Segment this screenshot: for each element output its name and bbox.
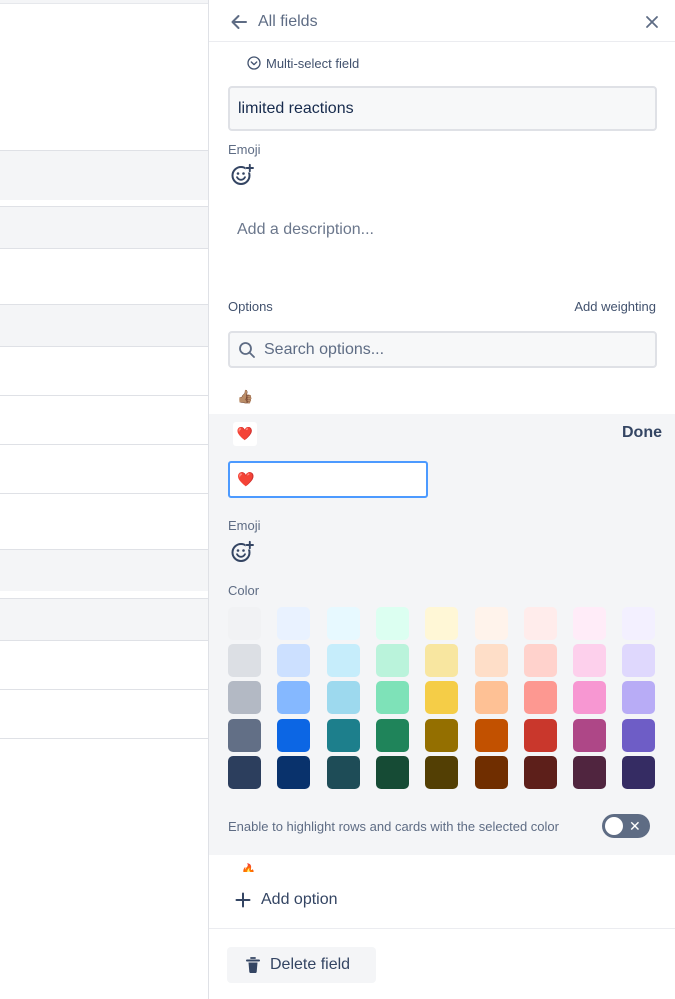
list-row[interactable] — [0, 444, 208, 493]
add-option-button[interactable]: Add option — [235, 888, 338, 912]
color-swatch[interactable] — [277, 607, 310, 640]
color-swatch[interactable] — [524, 644, 557, 677]
add-emoji-icon[interactable] — [230, 163, 254, 187]
emoji-label: Emoji — [228, 518, 261, 533]
color-swatch[interactable] — [228, 681, 261, 714]
color-swatch[interactable] — [327, 681, 360, 714]
trash-icon — [246, 957, 260, 973]
back-arrow-icon[interactable] — [229, 12, 249, 32]
background-list — [0, 0, 208, 999]
list-row[interactable] — [0, 206, 208, 248]
color-swatch[interactable] — [228, 644, 261, 677]
color-swatch[interactable] — [475, 719, 508, 752]
color-swatch[interactable] — [622, 607, 655, 640]
close-icon: ✕ — [629, 818, 641, 834]
option-emoji-thumbs-up[interactable]: 👍🏽 — [237, 389, 253, 405]
color-swatch[interactable] — [524, 719, 557, 752]
color-swatch[interactable] — [277, 681, 310, 714]
color-swatch[interactable] — [475, 644, 508, 677]
done-button[interactable]: Done — [622, 424, 662, 442]
color-swatch[interactable] — [327, 719, 360, 752]
color-swatch[interactable] — [622, 681, 655, 714]
list-row[interactable] — [0, 598, 208, 640]
option-emoji-fire[interactable]: 🔥 — [241, 862, 255, 872]
color-swatch[interactable] — [425, 644, 458, 677]
field-type-label: Multi-select field — [266, 55, 360, 71]
field-type: Multi-select field — [247, 54, 359, 72]
search-input[interactable] — [264, 339, 644, 361]
heart-emoji: ❤️ — [236, 426, 254, 441]
list-row[interactable] — [0, 346, 208, 395]
color-swatch[interactable] — [622, 644, 655, 677]
footer-divider — [209, 928, 675, 929]
list-row[interactable] — [0, 304, 208, 346]
delete-field-label: Delete field — [270, 956, 351, 973]
color-swatch[interactable] — [376, 681, 409, 714]
color-swatch[interactable] — [425, 607, 458, 640]
color-swatch[interactable] — [376, 644, 409, 677]
close-icon[interactable] — [643, 13, 661, 31]
color-swatch[interactable] — [573, 756, 606, 789]
field-editor-panel: All fields Multi-select field Emoji Add … — [208, 0, 675, 999]
color-swatch[interactable] — [622, 756, 655, 789]
color-swatch[interactable] — [573, 607, 606, 640]
color-swatch[interactable] — [573, 719, 606, 752]
color-swatch[interactable] — [327, 607, 360, 640]
color-swatch[interactable] — [277, 719, 310, 752]
color-swatch[interactable] — [425, 719, 458, 752]
emoji-label: Emoji — [228, 142, 261, 157]
list-row[interactable] — [0, 395, 208, 444]
option-name-input[interactable] — [228, 461, 428, 498]
color-swatch[interactable] — [327, 756, 360, 789]
color-swatch[interactable] — [475, 607, 508, 640]
list-row[interactable] — [0, 640, 208, 689]
color-swatch[interactable] — [524, 681, 557, 714]
add-weighting-button[interactable]: Add weighting — [574, 299, 656, 314]
list-row — [0, 738, 208, 739]
color-swatch[interactable] — [277, 644, 310, 677]
panel-header: All fields — [209, 4, 675, 42]
highlight-label: Enable to highlight rows and cards with … — [228, 819, 559, 834]
color-swatch[interactable] — [228, 756, 261, 789]
list-row[interactable] — [0, 493, 208, 542]
color-label: Color — [228, 583, 260, 598]
list-row[interactable] — [0, 248, 208, 297]
list-row[interactable] — [0, 549, 208, 591]
plus-icon — [235, 892, 251, 908]
color-swatch[interactable] — [228, 719, 261, 752]
color-swatch[interactable] — [622, 719, 655, 752]
color-swatch[interactable] — [376, 756, 409, 789]
delete-field-button[interactable]: Delete field — [227, 947, 376, 983]
toggle-knob — [605, 817, 623, 835]
color-swatch[interactable] — [573, 644, 606, 677]
chevron-circle-down-icon — [247, 56, 261, 70]
option-emoji-chip[interactable]: ❤️ — [233, 422, 257, 446]
color-swatch[interactable] — [376, 719, 409, 752]
panel-title[interactable]: All fields — [258, 13, 318, 31]
search-icon — [239, 342, 255, 358]
color-swatch[interactable] — [327, 644, 360, 677]
list-row[interactable] — [0, 689, 208, 738]
color-swatch[interactable] — [475, 756, 508, 789]
color-swatch[interactable] — [475, 681, 508, 714]
add-emoji-icon[interactable] — [230, 540, 254, 564]
options-label: Options — [228, 299, 273, 314]
color-swatch[interactable] — [425, 681, 458, 714]
color-swatch[interactable] — [228, 607, 261, 640]
color-swatch[interactable] — [376, 607, 409, 640]
highlight-toggle[interactable]: ✕ — [602, 814, 650, 838]
color-swatch[interactable] — [524, 756, 557, 789]
option-edit-section: ❤️ Done Emoji Color Enable to highlight … — [209, 414, 675, 855]
search-options[interactable] — [228, 331, 657, 368]
color-swatch[interactable] — [277, 756, 310, 789]
field-name-input[interactable] — [228, 86, 657, 131]
add-option-label: Add option — [261, 891, 338, 908]
color-swatch[interactable] — [425, 756, 458, 789]
description-input[interactable]: Add a description... — [237, 221, 374, 239]
list-row[interactable] — [0, 150, 208, 200]
color-swatch[interactable] — [573, 681, 606, 714]
color-swatch[interactable] — [524, 607, 557, 640]
